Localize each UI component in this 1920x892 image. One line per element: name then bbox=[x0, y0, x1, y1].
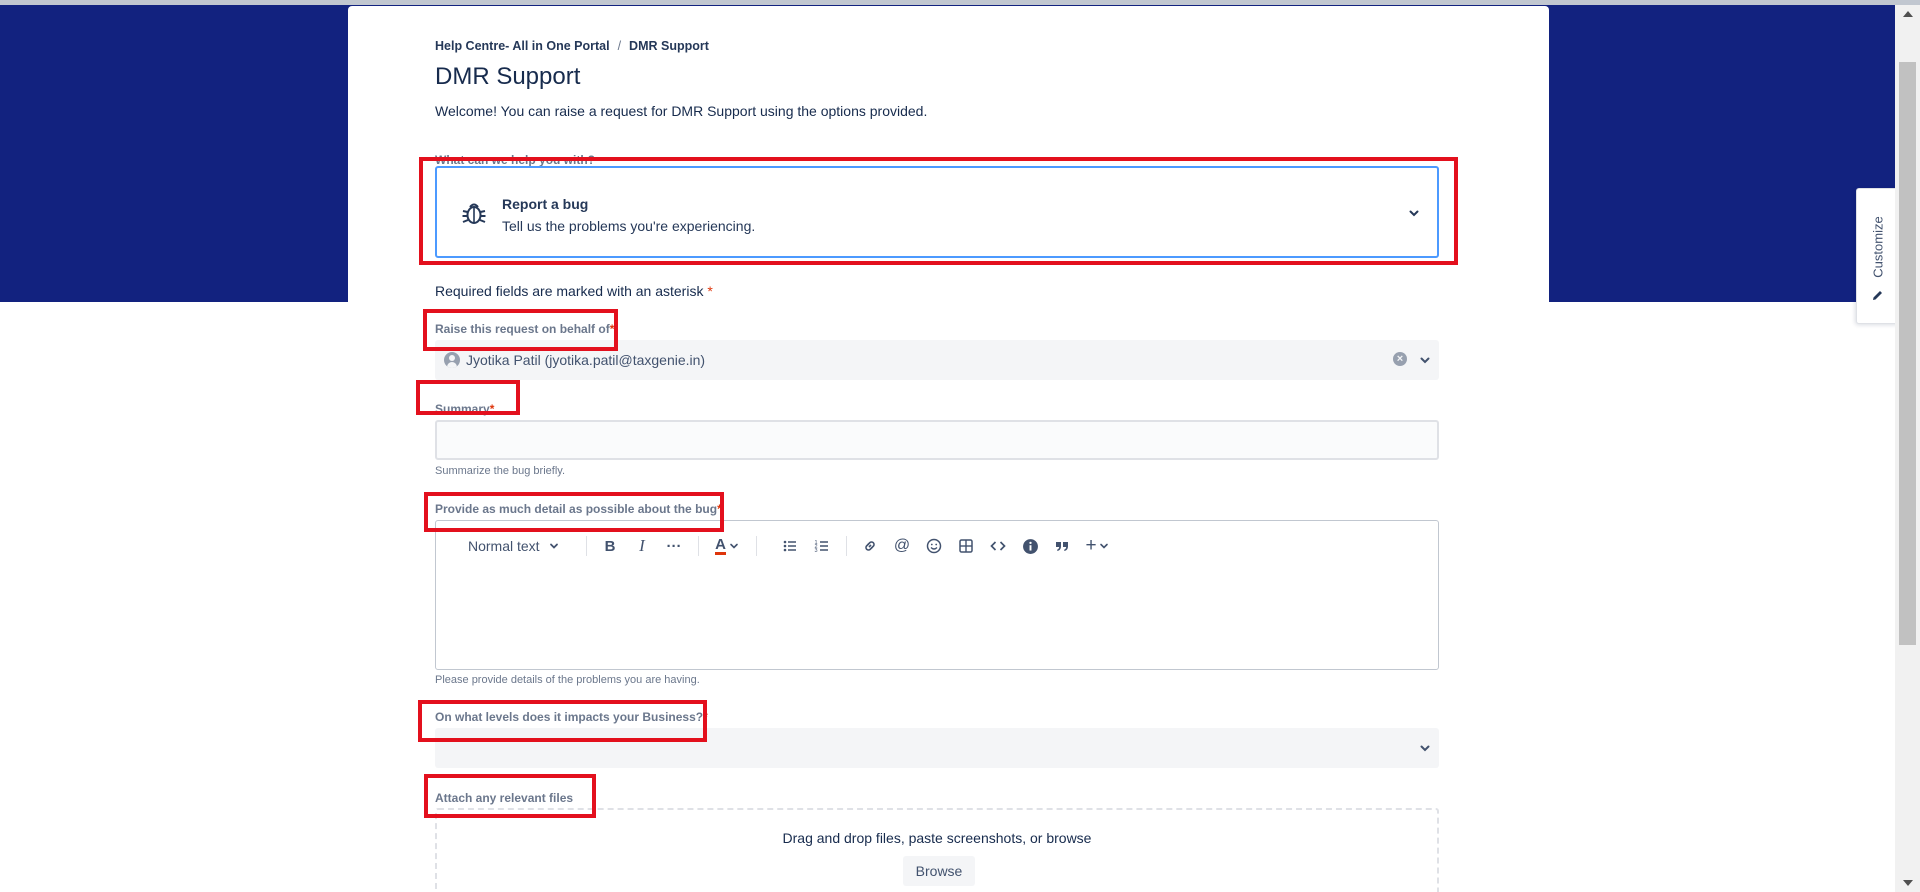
file-drop-zone[interactable]: Drag and drop files, paste screenshots, … bbox=[435, 808, 1439, 892]
pencil-icon bbox=[1873, 291, 1882, 300]
numbered-list-button[interactable]: 123 bbox=[810, 534, 834, 558]
breadcrumb-portal-link[interactable]: Help Centre- All in One Portal bbox=[435, 39, 610, 53]
bold-button[interactable]: B bbox=[598, 534, 622, 558]
chevron-down-icon bbox=[1099, 543, 1108, 549]
highlight-box bbox=[424, 774, 596, 818]
highlight-box bbox=[424, 492, 724, 532]
text-color-icon: A bbox=[715, 536, 726, 555]
required-asterisk: * bbox=[707, 283, 713, 299]
welcome-message: Welcome! You can raise a request for DMR… bbox=[435, 103, 928, 119]
italic-button[interactable]: I bbox=[630, 534, 654, 558]
chevron-down-icon bbox=[549, 543, 558, 549]
mention-icon: @ bbox=[893, 537, 911, 554]
breadcrumb: Help Centre- All in One Portal / DMR Suppo… bbox=[435, 39, 709, 53]
toolbar-divider bbox=[756, 536, 757, 556]
chevron-down-icon[interactable] bbox=[1418, 741, 1432, 755]
request-form-card: Help Centre- All in One Portal / DMR Suppo… bbox=[348, 6, 1549, 892]
quote-button[interactable] bbox=[1050, 534, 1074, 558]
highlight-box bbox=[418, 700, 707, 742]
scroll-thumb[interactable] bbox=[1899, 62, 1916, 645]
quote-icon bbox=[1056, 542, 1068, 551]
highlight-box bbox=[416, 380, 520, 415]
highlight-box bbox=[419, 157, 1458, 265]
details-helper: Please provide details of the problems y… bbox=[435, 674, 700, 686]
text-style-dropdown[interactable]: Normal text bbox=[468, 534, 568, 558]
page-title: DMR Support bbox=[435, 63, 581, 90]
insert-menu-button[interactable]: + bbox=[1082, 534, 1112, 558]
toolbar-divider bbox=[586, 536, 587, 556]
required-note-text: Required fields are marked with an aster… bbox=[435, 283, 704, 299]
link-icon bbox=[865, 541, 875, 551]
user-icon bbox=[444, 352, 460, 368]
table-button[interactable] bbox=[954, 534, 978, 558]
browse-button[interactable]: Browse bbox=[903, 856, 975, 886]
numbered-list-icon: 123 bbox=[815, 540, 828, 554]
customize-label: Customize bbox=[1870, 216, 1886, 278]
text-style-label: Normal text bbox=[468, 538, 540, 554]
bullet-list-icon bbox=[783, 540, 796, 552]
code-icon bbox=[990, 541, 1006, 551]
svg-text:3: 3 bbox=[815, 548, 818, 554]
toolbar-divider bbox=[698, 536, 699, 556]
info-panel-button[interactable] bbox=[1018, 534, 1042, 558]
chevron-down-icon bbox=[730, 543, 738, 549]
more-formatting-button[interactable]: ··· bbox=[662, 534, 686, 558]
details-editor[interactable]: Normal text B I ··· A 123 @ + bbox=[435, 520, 1439, 670]
emoji-icon bbox=[926, 538, 942, 554]
breadcrumb-current-link[interactable]: DMR Support bbox=[629, 39, 709, 53]
required-fields-note: Required fields are marked with an aster… bbox=[435, 283, 713, 299]
breadcrumb-separator: / bbox=[617, 39, 622, 53]
text-color-button[interactable]: A bbox=[710, 534, 744, 558]
drop-zone-text: Drag and drop files, paste screenshots, … bbox=[782, 830, 1092, 846]
highlight-box bbox=[423, 309, 618, 351]
link-button[interactable] bbox=[858, 534, 882, 558]
on-behalf-value: Jyotika Patil (jyotika.patil@taxgenie.in… bbox=[466, 352, 706, 368]
bullet-list-button[interactable] bbox=[778, 534, 802, 558]
scroll-down-arrow-icon[interactable] bbox=[1903, 880, 1913, 886]
customize-tab[interactable]: Customize bbox=[1856, 188, 1899, 324]
toolbar-divider bbox=[846, 536, 847, 556]
scroll-up-arrow-icon[interactable] bbox=[1903, 11, 1913, 17]
table-icon bbox=[959, 539, 973, 553]
info-icon bbox=[1022, 538, 1038, 554]
clear-icon[interactable]: × bbox=[1393, 352, 1407, 366]
mention-button[interactable]: @ bbox=[890, 534, 914, 558]
summary-input[interactable] bbox=[435, 420, 1439, 460]
code-button[interactable] bbox=[986, 534, 1010, 558]
page-scrollbar[interactable] bbox=[1895, 5, 1920, 892]
plus-icon: + bbox=[1085, 535, 1097, 556]
emoji-button[interactable] bbox=[922, 534, 946, 558]
chevron-down-icon[interactable] bbox=[1418, 353, 1432, 367]
summary-helper: Summarize the bug briefly. bbox=[435, 465, 566, 477]
